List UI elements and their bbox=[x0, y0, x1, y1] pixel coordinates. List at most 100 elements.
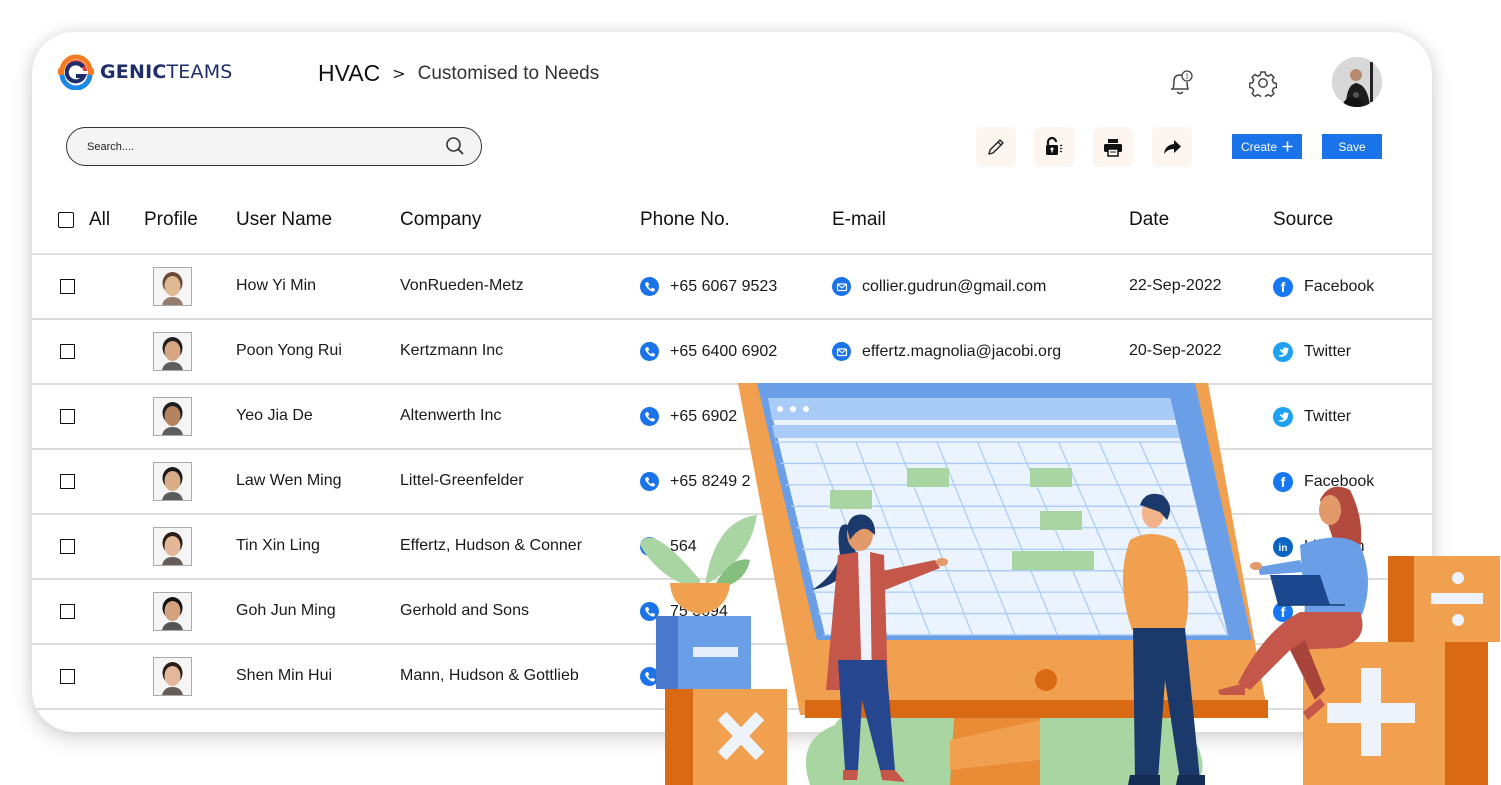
phone-icon bbox=[640, 407, 659, 426]
column-all: All bbox=[89, 209, 111, 230]
avatar-face bbox=[154, 528, 191, 565]
phone-number[interactable]: +65 6067 9523 bbox=[640, 277, 777, 296]
email-icon bbox=[832, 277, 851, 296]
row-checkbox[interactable] bbox=[60, 669, 75, 684]
phone-number[interactable]: 75 3694 bbox=[640, 602, 728, 621]
pencil-icon bbox=[988, 139, 1004, 155]
source: f ok bbox=[1273, 602, 1321, 622]
email-icon bbox=[832, 342, 851, 361]
column-company[interactable]: Company bbox=[400, 209, 481, 231]
source: f Facebook bbox=[1273, 472, 1374, 492]
unlock-button[interactable] bbox=[1034, 127, 1074, 167]
phone-icon bbox=[640, 602, 659, 621]
source: in LinkedIn bbox=[1273, 537, 1365, 557]
chevron-right-icon: > bbox=[392, 64, 406, 83]
row-checkbox[interactable] bbox=[60, 279, 75, 294]
profile-photo[interactable] bbox=[153, 397, 192, 436]
edit-button[interactable] bbox=[976, 127, 1016, 167]
user-name[interactable]: Poon Yong Rui bbox=[236, 342, 342, 360]
email-address[interactable]: effertz.magnolia@jacobi.org bbox=[832, 342, 1061, 361]
user-name[interactable]: Goh Jun Ming bbox=[236, 602, 336, 620]
company-name: Effertz, Hudson & Conner bbox=[400, 537, 583, 554]
phone-number[interactable]: 9179 bbox=[640, 667, 706, 686]
notifications-button[interactable]: 1 bbox=[1165, 68, 1195, 98]
column-email[interactable]: E-mail bbox=[832, 209, 886, 231]
email-address[interactable]: collier.gudrun@gmail.com bbox=[832, 277, 1046, 296]
avatar-face bbox=[154, 333, 191, 370]
facebook-icon: f bbox=[1273, 472, 1293, 492]
row-checkbox[interactable] bbox=[60, 409, 75, 424]
search-input[interactable] bbox=[85, 139, 429, 154]
contacts-card: GENICTEAMS HVAC > Customised to Needs 1 bbox=[32, 32, 1432, 732]
column-profile[interactable]: Profile bbox=[144, 209, 198, 231]
profile-photo[interactable] bbox=[153, 267, 192, 306]
date: 2 bbox=[1129, 537, 1138, 554]
row-checkbox[interactable] bbox=[60, 474, 75, 489]
settings-button[interactable] bbox=[1248, 68, 1278, 98]
table-row[interactable]: Poon Yong Rui Kertzmann Inc +65 6400 690… bbox=[32, 320, 1432, 385]
share-arrow-icon bbox=[1164, 140, 1181, 154]
create-label: Create bbox=[1240, 139, 1278, 154]
profile-photo[interactable] bbox=[153, 462, 192, 501]
breadcrumb: HVAC > Customised to Needs bbox=[318, 60, 599, 87]
table-row[interactable]: Tin Xin Ling Effertz, Hudson & Conner 56… bbox=[32, 515, 1432, 580]
table-header: All Profile User Name Company Phone No. … bbox=[32, 194, 1432, 255]
row-checkbox[interactable] bbox=[60, 344, 75, 359]
breadcrumb-root[interactable]: HVAC bbox=[318, 60, 380, 87]
phone-number[interactable]: +65 8249 2 bbox=[640, 472, 751, 491]
genicteams-logo[interactable]: GENICTEAMS bbox=[56, 54, 233, 90]
user-name[interactable]: How Yi Min bbox=[236, 277, 316, 295]
source: Twitter bbox=[1273, 342, 1351, 362]
plus-icon bbox=[1282, 141, 1293, 152]
source: f Facebook bbox=[1273, 277, 1374, 297]
row-checkbox[interactable] bbox=[60, 539, 75, 554]
avatar-face bbox=[154, 398, 191, 435]
share-button[interactable] bbox=[1152, 127, 1192, 167]
date: -2022 bbox=[1129, 407, 1170, 424]
column-user-name[interactable]: User Name bbox=[236, 209, 332, 231]
user-avatar[interactable] bbox=[1332, 57, 1382, 107]
contacts-table: All Profile User Name Company Phone No. … bbox=[32, 194, 1432, 710]
row-checkbox[interactable] bbox=[60, 604, 75, 619]
column-phone[interactable]: Phone No. bbox=[640, 209, 730, 231]
select-all-checkbox[interactable] bbox=[58, 212, 74, 228]
phone-icon bbox=[640, 667, 659, 686]
profile-photo[interactable] bbox=[153, 527, 192, 566]
svg-text:f: f bbox=[1281, 474, 1286, 490]
table-row[interactable]: Goh Jun Ming Gerhold and Sons 75 3694 f … bbox=[32, 580, 1432, 645]
user-name[interactable]: Shen Min Hui bbox=[236, 667, 332, 685]
print-button[interactable] bbox=[1093, 127, 1133, 167]
phone-number[interactable]: +65 6902 bbox=[640, 407, 737, 426]
svg-text:f: f bbox=[1281, 604, 1286, 620]
notification-count: 1 bbox=[1185, 74, 1189, 81]
company-name: Altenwerth Inc bbox=[400, 407, 502, 424]
table-row[interactable]: Yeo Jia De Altenwerth Inc +65 6902 -2022… bbox=[32, 385, 1432, 450]
company-name: Gerhold and Sons bbox=[400, 602, 529, 619]
logo-wordmark: GENICTEAMS bbox=[100, 61, 233, 83]
profile-photo[interactable] bbox=[153, 657, 192, 696]
column-date[interactable]: Date bbox=[1129, 209, 1169, 231]
phone-number[interactable]: +65 6400 6902 bbox=[640, 342, 777, 361]
phone-number[interactable]: 564 bbox=[640, 537, 697, 556]
profile-photo[interactable] bbox=[153, 332, 192, 371]
user-name[interactable]: Law Wen Ming bbox=[236, 472, 342, 490]
profile-photo[interactable] bbox=[153, 592, 192, 631]
source: Twitter bbox=[1273, 407, 1351, 427]
column-source[interactable]: Source bbox=[1273, 209, 1333, 231]
table-row[interactable]: Shen Min Hui Mann, Hudson & Gottlieb 917… bbox=[32, 645, 1432, 710]
table-row[interactable]: Law Wen Ming Littel-Greenfelder +65 8249… bbox=[32, 450, 1432, 515]
user-name[interactable]: Tin Xin Ling bbox=[236, 537, 320, 555]
date: 22-Sep-2022 bbox=[1129, 277, 1222, 294]
phone-icon bbox=[640, 342, 659, 361]
table-row[interactable]: How Yi Min VonRueden-Metz +65 6067 9523 … bbox=[32, 255, 1432, 320]
save-button[interactable]: Save bbox=[1322, 134, 1382, 159]
date: 20-Sep-2022 bbox=[1129, 342, 1222, 359]
breadcrumb-current: Customised to Needs bbox=[417, 62, 600, 84]
unlock-icon bbox=[1046, 136, 1063, 155]
avatar-face bbox=[154, 658, 191, 695]
search-icon[interactable] bbox=[445, 136, 465, 156]
create-button[interactable]: Create bbox=[1232, 134, 1302, 159]
user-name[interactable]: Yeo Jia De bbox=[236, 407, 313, 425]
printer-icon bbox=[1104, 139, 1122, 157]
facebook-icon: f bbox=[1273, 602, 1293, 622]
